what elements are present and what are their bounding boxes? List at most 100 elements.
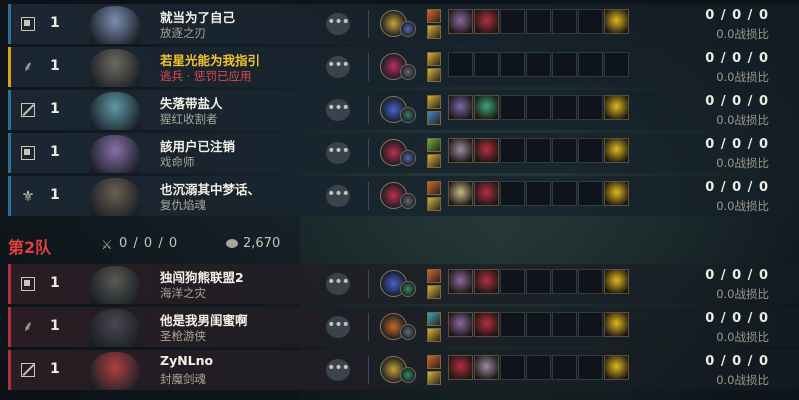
champion-name: 封魔剑魂 bbox=[160, 372, 206, 386]
player-row[interactable]: ⸙ 1 若星光能为我指引 逃兵 · 惩罚已应用 ••• 0 / 0 / 0 0.0战损比 bbox=[8, 47, 799, 87]
item-slot bbox=[500, 312, 525, 337]
divider bbox=[368, 139, 369, 167]
player-kda: 0 / 0 / 0 bbox=[705, 94, 769, 109]
champion-portrait bbox=[72, 350, 158, 390]
item-slot bbox=[526, 355, 551, 380]
champion-level: 1 bbox=[50, 15, 60, 31]
champion-face bbox=[90, 266, 140, 304]
item-slot bbox=[474, 52, 499, 77]
item-slot bbox=[500, 138, 525, 163]
crossed-swords-icon: ⚔ bbox=[101, 238, 113, 253]
champion-face bbox=[90, 135, 140, 173]
summoner-name[interactable]: 失落带盐人 bbox=[160, 93, 223, 112]
player-kda: 0 / 0 / 0 bbox=[705, 268, 769, 283]
team-accent-bar bbox=[8, 4, 11, 44]
summoner-name[interactable]: ZyNLno bbox=[160, 353, 213, 368]
item-slot bbox=[448, 181, 473, 206]
champion-portrait bbox=[72, 47, 158, 87]
item-slot bbox=[552, 355, 577, 380]
position-support-icon: ⚜ bbox=[21, 187, 35, 205]
summoner-name[interactable]: 独闯狗熊联盟2 bbox=[160, 267, 244, 286]
summoner-spell-icon bbox=[427, 154, 441, 168]
item-slot bbox=[578, 9, 603, 34]
item-slot bbox=[552, 312, 577, 337]
trinket-slot bbox=[604, 312, 629, 337]
item-slot bbox=[500, 9, 525, 34]
item-slot bbox=[578, 312, 603, 337]
item-slot bbox=[526, 312, 551, 337]
item-slot bbox=[500, 52, 525, 77]
team2-gold: 2,670 bbox=[243, 236, 281, 251]
trinket-slot bbox=[604, 138, 629, 163]
player-row[interactable]: ⚜ 1 也沉溺其中梦话、 复仇焰魂 ••• 0 / 0 / 0 0.0战损比 bbox=[8, 176, 799, 216]
position-jungle-icon: ⸙ bbox=[22, 319, 34, 335]
player-kda: 0 / 0 / 0 bbox=[705, 180, 769, 195]
player-kda: 0 / 0 / 0 bbox=[705, 311, 769, 326]
kill-death-ratio: 0.0战损比 bbox=[716, 199, 769, 213]
item-slot bbox=[526, 52, 551, 77]
item-slot bbox=[474, 181, 499, 206]
summoner-spell-icon bbox=[427, 111, 441, 125]
player-row[interactable]: 1 独闯狗熊联盟2 海洋之灾 ••• 0 / 0 / 0 0.0战损比 bbox=[8, 264, 799, 304]
item-slot bbox=[526, 9, 551, 34]
team-accent-bar bbox=[8, 307, 11, 347]
player-row[interactable]: ⸙ 1 他是我男闺蜜啊 圣枪游侠 ••• 0 / 0 / 0 0.0战损比 bbox=[8, 307, 799, 347]
item-slot bbox=[578, 355, 603, 380]
team-accent-bar bbox=[8, 264, 11, 304]
champion-face bbox=[90, 92, 140, 130]
player-row[interactable]: 1 就当为了自己 放逐之刃 ••• 0 / 0 / 0 0.0战损比 bbox=[8, 4, 799, 44]
player-row[interactable]: 1 失落带盐人 猩红收割者 ••• 0 / 0 / 0 0.0战损比 bbox=[8, 90, 799, 130]
divider bbox=[368, 356, 369, 384]
more-options-button[interactable]: ••• bbox=[326, 99, 350, 121]
item-slot bbox=[474, 95, 499, 120]
summoner-name[interactable]: 該用户已注销 bbox=[160, 136, 235, 155]
more-options-button[interactable]: ••• bbox=[326, 185, 350, 207]
item-slot bbox=[552, 95, 577, 120]
summoner-spell-icon bbox=[427, 68, 441, 82]
divider bbox=[368, 313, 369, 341]
summoner-name[interactable]: 若星光能为我指引 bbox=[160, 50, 260, 69]
player-row[interactable]: 1 該用户已注销 戏命师 ••• 0 / 0 / 0 0.0战损比 bbox=[8, 133, 799, 173]
summoner-name[interactable]: 也沉溺其中梦话、 bbox=[160, 179, 260, 198]
more-options-button[interactable]: ••• bbox=[326, 56, 350, 78]
summoner-spell-icon bbox=[427, 197, 441, 211]
kill-death-ratio: 0.0战损比 bbox=[716, 70, 769, 84]
summoner-spell-icon bbox=[427, 328, 441, 342]
champion-face bbox=[90, 49, 140, 87]
player-kda: 0 / 0 / 0 bbox=[705, 137, 769, 152]
item-slot bbox=[526, 95, 551, 120]
item-slot bbox=[448, 269, 473, 294]
more-options-button[interactable]: ••• bbox=[326, 273, 350, 295]
item-slot bbox=[552, 138, 577, 163]
champion-level: 1 bbox=[50, 144, 60, 160]
divider bbox=[368, 10, 369, 38]
item-slot bbox=[578, 95, 603, 120]
champion-portrait bbox=[72, 307, 158, 347]
item-slot bbox=[500, 355, 525, 380]
summoner-name[interactable]: 就当为了自己 bbox=[160, 7, 235, 26]
player-row[interactable]: 1 ZyNLno 封魔剑魂 ••• 0 / 0 / 0 0.0战损比 bbox=[8, 350, 799, 390]
trinket-slot bbox=[604, 269, 629, 294]
kill-death-ratio: 0.0战损比 bbox=[716, 113, 769, 127]
trinket-slot bbox=[604, 95, 629, 120]
item-slot bbox=[448, 52, 473, 77]
summoner-name[interactable]: 他是我男闺蜜啊 bbox=[160, 310, 248, 329]
champion-name: 海洋之灾 bbox=[160, 286, 206, 300]
champion-portrait bbox=[72, 264, 158, 304]
more-options-button[interactable]: ••• bbox=[326, 142, 350, 164]
player-kda: 0 / 0 / 0 bbox=[705, 8, 769, 23]
trinket-slot bbox=[604, 52, 629, 77]
more-options-button[interactable]: ••• bbox=[326, 13, 350, 35]
summoner-spell-icon bbox=[427, 371, 441, 385]
summoner-spell-icon bbox=[427, 181, 441, 195]
item-slot bbox=[474, 9, 499, 34]
kill-death-ratio: 0.0战损比 bbox=[716, 373, 769, 387]
more-options-button[interactable]: ••• bbox=[326, 316, 350, 338]
item-slot bbox=[578, 138, 603, 163]
item-slot bbox=[552, 9, 577, 34]
trinket-slot bbox=[604, 9, 629, 34]
champion-level: 1 bbox=[50, 361, 60, 377]
champion-face bbox=[90, 178, 140, 216]
more-options-button[interactable]: ••• bbox=[326, 359, 350, 381]
champion-name: 逃兵 · 惩罚已应用 bbox=[160, 69, 252, 83]
